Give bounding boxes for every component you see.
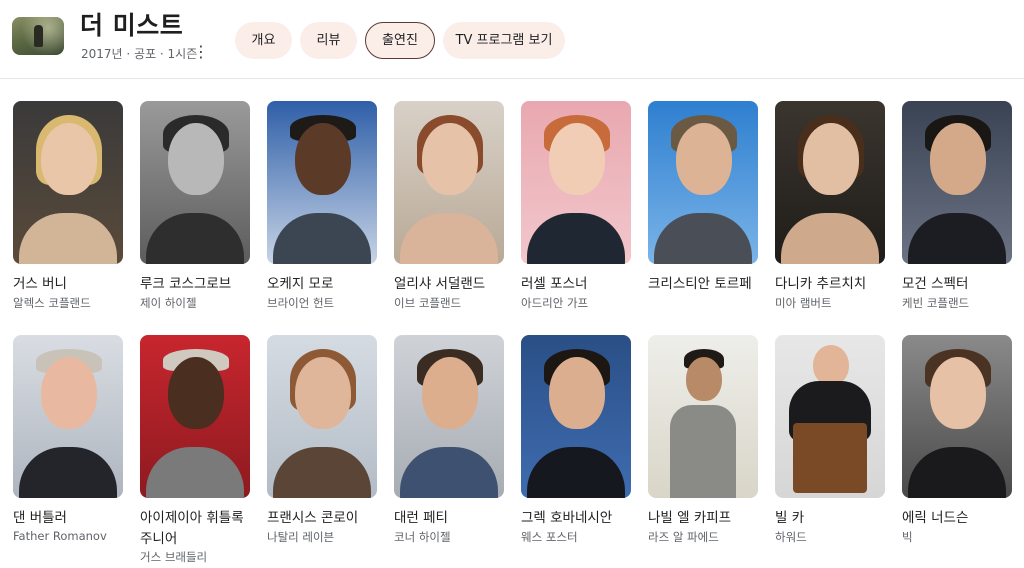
cast-role: 빅 — [902, 530, 913, 544]
photo-face — [295, 357, 351, 429]
photo-face — [422, 123, 478, 195]
photo-face — [803, 123, 859, 195]
cast-role: 거스 브래들리 — [140, 550, 208, 564]
photo-body — [19, 213, 117, 264]
photo-face — [676, 123, 732, 195]
cast-name: 그렉 호바네시안 — [521, 510, 613, 526]
photo-face — [168, 357, 224, 429]
cast-role: 미아 램버트 — [775, 296, 832, 310]
tab-watch-tv[interactable]: TV 프로그램 보기 — [443, 22, 565, 59]
cast-role: 웨스 포스터 — [521, 530, 578, 544]
cast-photo — [267, 101, 377, 264]
cast-name: 대런 페티 — [394, 510, 448, 526]
cast-name: 러셀 포스너 — [521, 276, 588, 292]
photo-body — [400, 447, 498, 498]
cast-photo — [521, 335, 631, 498]
cast-name: 얼리샤 서덜랜드 — [394, 276, 486, 292]
photo-face — [422, 357, 478, 429]
cast-role: 나탈리 레이븐 — [267, 530, 335, 544]
show-thumbnail[interactable] — [12, 17, 64, 55]
cast-name: 다니카 추르치치 — [775, 276, 867, 292]
photo-body — [908, 213, 1006, 264]
cast-role: 제이 하이젤 — [140, 296, 197, 310]
photo-face — [41, 123, 97, 195]
photo-face — [930, 357, 986, 429]
photo-body — [654, 213, 752, 264]
photo-face — [930, 123, 986, 195]
show-title: 더 미스트 — [80, 11, 184, 40]
cast-photo — [140, 335, 250, 498]
cast-name: 오케지 모로 — [267, 276, 334, 292]
photo-face — [686, 357, 722, 401]
photo-body — [273, 447, 371, 498]
photo-body — [781, 213, 879, 264]
photo-face — [41, 357, 97, 429]
cast-role: 아드리안 가프 — [521, 296, 589, 310]
photo-body — [908, 447, 1006, 498]
cast-photo — [902, 101, 1012, 264]
photo-face — [549, 357, 605, 429]
cast-photo — [648, 335, 758, 498]
thumbnail-figure — [34, 25, 43, 47]
photo-face — [168, 123, 224, 195]
cast-photo — [648, 101, 758, 264]
cast-name-line2: 주니어 — [140, 531, 178, 547]
photo-body — [670, 405, 736, 498]
cast-role: Father Romanov — [13, 529, 107, 543]
more-options-icon[interactable]: ⋮ — [193, 42, 209, 62]
cast-photo — [521, 101, 631, 264]
cast-name: 아이제이아 휘틀록 — [140, 510, 244, 526]
cast-name: 크리스티안 토르페 — [648, 276, 752, 292]
cast-name: 빌 카 — [775, 510, 805, 526]
photo-chair — [793, 423, 867, 493]
cast-photo — [13, 101, 123, 264]
cast-name: 댄 버틀러 — [13, 510, 67, 526]
cast-name: 모건 스펙터 — [902, 276, 969, 292]
photo-body — [273, 213, 371, 264]
photo-body — [19, 447, 117, 498]
cast-role: 이브 코플랜드 — [394, 296, 462, 310]
photo-face — [813, 345, 849, 385]
cast-photo — [267, 335, 377, 498]
cast-role: 라즈 알 파에드 — [648, 530, 719, 544]
photo-body — [146, 447, 244, 498]
cast-photo — [902, 335, 1012, 498]
tab-reviews[interactable]: 리뷰 — [300, 22, 357, 59]
tab-overview[interactable]: 개요 — [235, 22, 292, 59]
photo-body — [400, 213, 498, 264]
cast-name: 루크 코스그로브 — [140, 276, 232, 292]
show-header: 더 미스트 2017년 · 공포 · 1시즌 ⋮ 개요 리뷰 출연진 TV 프로… — [0, 0, 1024, 79]
cast-photo — [140, 101, 250, 264]
cast-photo — [394, 335, 504, 498]
cast-role: 하워드 — [775, 530, 807, 544]
cast-name: 거스 버니 — [13, 276, 67, 292]
show-subtitle: 2017년 · 공포 · 1시즌 — [81, 47, 198, 61]
cast-name: 에릭 너드슨 — [902, 510, 969, 526]
photo-body — [146, 213, 244, 264]
cast-photo — [13, 335, 123, 498]
photo-face — [549, 123, 605, 195]
cast-role: 브라이언 헌트 — [267, 296, 335, 310]
photo-face — [295, 123, 351, 195]
photo-body — [527, 213, 625, 264]
cast-name: 나빌 엘 카피프 — [648, 510, 732, 526]
cast-name: 프랜시스 콘로이 — [267, 510, 359, 526]
photo-body — [527, 447, 625, 498]
cast-photo — [775, 101, 885, 264]
cast-photo — [394, 101, 504, 264]
cast-role: 케빈 코플랜드 — [902, 296, 970, 310]
cast-role: 알렉스 코플랜드 — [13, 296, 91, 310]
cast-photo — [775, 335, 885, 498]
cast-role: 코너 하이젤 — [394, 530, 451, 544]
tab-cast[interactable]: 출연진 — [365, 22, 435, 59]
